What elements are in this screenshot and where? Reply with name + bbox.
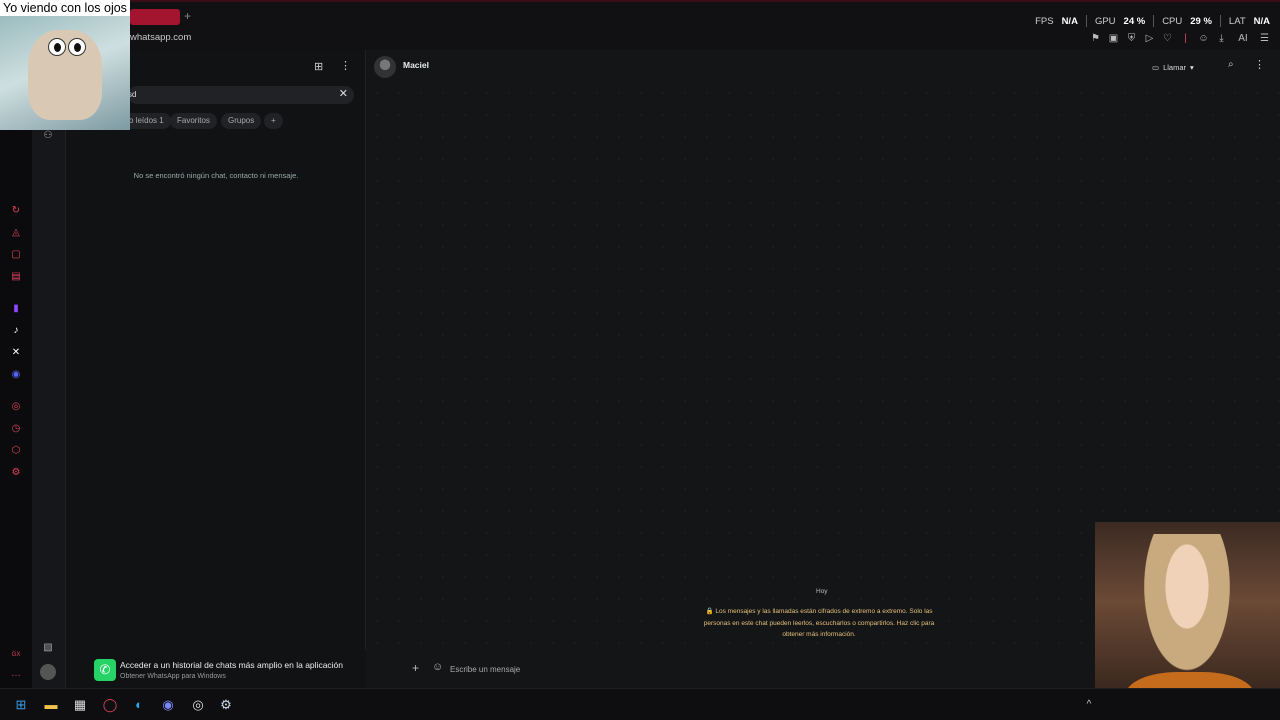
- tiktok-icon[interactable]: ♪: [10, 325, 22, 337]
- stat-label: FPS: [1035, 15, 1054, 27]
- call-button[interactable]: ▭ Llamar ▾: [1152, 60, 1194, 74]
- x-icon[interactable]: ✕: [10, 347, 22, 359]
- stat-value: 29 %: [1190, 15, 1212, 27]
- add-filter-button[interactable]: +: [264, 113, 283, 129]
- twitch-icon[interactable]: ▮: [10, 303, 22, 315]
- shield-icon[interactable]: ⛨: [1126, 33, 1137, 44]
- gx-stats-bar: FPS N/A GPU 24 % CPU 29 % LAT N/A: [1035, 14, 1270, 28]
- filter-favorites[interactable]: Favoritos: [170, 113, 217, 129]
- contact-avatar[interactable]: [374, 56, 396, 78]
- conversation-header[interactable]: Maciel ▭ Llamar ▾ ⌕ ⋮: [366, 50, 1280, 82]
- banner-subtitle[interactable]: Obtener WhatsApp para Windows: [120, 673, 226, 680]
- ai-button[interactable]: AI: [1234, 33, 1252, 44]
- gx-label: GX: [11, 652, 21, 658]
- stat-label: GPU: [1094, 15, 1116, 27]
- cat-eye-right: [68, 38, 86, 56]
- windows-taskbar: ⊞ ▬ ▦ ◯ ◐ ◉ ◎ ⚙ ^: [0, 688, 1280, 720]
- message-input[interactable]: [450, 662, 970, 676]
- heart-icon[interactable]: ♡: [1162, 33, 1173, 44]
- chat-icon[interactable]: ▢: [10, 249, 22, 261]
- meme-caption: Yo viendo con los ojos: [0, 0, 130, 16]
- stat-label: CPU: [1162, 15, 1183, 27]
- tray-expand-icon[interactable]: ^: [1081, 697, 1097, 713]
- snapshot-icon[interactable]: ▣: [1108, 33, 1119, 44]
- browser-top-bar: + whatsapp.com FPS N/A GPU 24 % CPU 29 %…: [0, 0, 1280, 50]
- discord-icon[interactable]: ◉: [10, 369, 22, 381]
- browser-toolbar: ⚑ ▣ ⛨ ▷ ♡ | ☺ ⤓ AI ☰: [1090, 33, 1270, 44]
- divider-icon: |: [1184, 33, 1187, 44]
- new-tab-button[interactable]: +: [184, 8, 196, 24]
- video-icon: ▭: [1152, 62, 1160, 72]
- call-label: Llamar: [1163, 62, 1187, 72]
- whatsapp-icon: ✆: [94, 659, 116, 681]
- bookmark-icon[interactable]: ⚑: [1090, 33, 1101, 44]
- opera-gx-icon[interactable]: ◯: [102, 697, 118, 713]
- opera-sidebar: ↻ ◬ ▢ ▤ ▮ ♪ ✕ ◉ ◎ ◷ ⬡ ⚙ GX …: [0, 130, 32, 690]
- new-chat-icon[interactable]: ⊞: [314, 60, 323, 73]
- media-icon[interactable]: ▧: [42, 642, 54, 654]
- more-options-icon[interactable]: ⋮: [340, 59, 351, 72]
- stat-divider: [1085, 15, 1087, 27]
- download-app-banner[interactable]: ✆ Acceder a un historial de chats más am…: [66, 650, 366, 688]
- bag-icon[interactable]: ◬: [10, 227, 22, 239]
- stat-value: N/A: [1061, 15, 1078, 27]
- empty-results-message: No se encontró ningún chat, contacto ni …: [133, 171, 299, 180]
- date-separator: Hoy: [816, 588, 828, 595]
- stat-value: 24 %: [1123, 15, 1146, 27]
- discord-icon[interactable]: ◉: [160, 697, 176, 713]
- search-input[interactable]: sd ✕: [128, 86, 354, 104]
- communities-icon[interactable]: ⚇: [42, 130, 54, 142]
- stat-label: LAT: [1228, 15, 1246, 27]
- encryption-notice[interactable]: 🔒 Los mensajes y las llamadas están cifr…: [696, 606, 942, 641]
- clear-search-icon[interactable]: ✕: [339, 87, 348, 100]
- whatsapp-nav-rail: ⚇ ▧: [32, 50, 66, 688]
- chevron-down-icon: ▾: [1190, 62, 1194, 72]
- banner-title: Acceder a un historial de chats más ampl…: [120, 660, 344, 670]
- more-icon[interactable]: …: [10, 668, 22, 680]
- contact-name[interactable]: Maciel: [403, 60, 429, 70]
- avatar[interactable]: [40, 664, 56, 680]
- profile-icon[interactable]: ☺: [1198, 33, 1209, 44]
- menu-icon[interactable]: ☰: [1259, 33, 1270, 44]
- settings-icon[interactable]: ⚙: [10, 467, 22, 479]
- chrome-icon[interactable]: ◎: [190, 697, 206, 713]
- file-explorer-icon[interactable]: ▬: [43, 697, 59, 713]
- news-icon[interactable]: ▤: [10, 271, 22, 283]
- stat-divider: [1153, 15, 1155, 27]
- address-bar[interactable]: whatsapp.com: [130, 32, 191, 43]
- cat-eye-left: [48, 38, 66, 56]
- character-head: [1137, 534, 1237, 684]
- emoji-icon[interactable]: ☺: [432, 661, 443, 673]
- filter-groups[interactable]: Grupos: [221, 113, 262, 129]
- extensions-icon[interactable]: ⬡: [10, 445, 22, 457]
- download-icon[interactable]: ⤓: [1216, 33, 1227, 44]
- search-icon[interactable]: ⌕: [1228, 59, 1234, 70]
- attach-icon[interactable]: +: [412, 661, 419, 675]
- play-icon[interactable]: ▷: [1144, 33, 1155, 44]
- player-icon[interactable]: ◎: [10, 401, 22, 413]
- stat-value: N/A: [1253, 15, 1270, 27]
- windows-start-icon[interactable]: ⊞: [13, 697, 29, 713]
- store-icon[interactable]: ▦: [72, 697, 88, 713]
- history-icon[interactable]: ◷: [10, 423, 22, 435]
- active-tab[interactable]: [130, 9, 180, 25]
- cat-meme-overlay: Yo viendo con los ojos: [0, 0, 130, 130]
- more-options-icon[interactable]: ⋮: [1254, 58, 1265, 71]
- chat-list-panel: ⊞ ⋮ sd ✕ o leídos 1 Favoritos Grupos + N…: [66, 50, 366, 688]
- stat-divider: [1219, 15, 1221, 27]
- refresh-icon[interactable]: ↻: [10, 205, 22, 217]
- steam-icon[interactable]: ⚙: [218, 697, 234, 713]
- edge-icon[interactable]: ◐: [131, 697, 147, 713]
